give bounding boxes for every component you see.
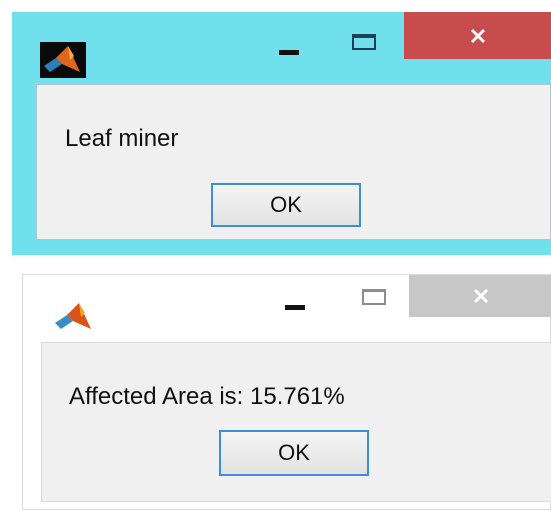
maximize-icon[interactable]: [352, 34, 376, 50]
dialog-content: Affected Area is: 15.761% OK: [41, 342, 551, 502]
message-dialog-affected-area: Affected Area is: 15.761% OK: [22, 274, 551, 510]
message-text: Leaf miner: [65, 125, 179, 152]
close-button[interactable]: [404, 12, 551, 59]
ok-button[interactable]: OK: [211, 183, 361, 227]
matlab-logo-icon: [51, 299, 97, 335]
title-bar[interactable]: [12, 12, 551, 78]
maximize-icon[interactable]: [362, 289, 386, 305]
minimize-icon[interactable]: [279, 50, 299, 55]
ok-button[interactable]: OK: [219, 430, 369, 476]
title-bar[interactable]: [23, 275, 551, 335]
message-text: Affected Area is: 15.761%: [69, 383, 345, 410]
minimize-icon[interactable]: [285, 305, 305, 310]
close-button[interactable]: [409, 275, 551, 317]
close-icon: [470, 28, 485, 43]
matlab-logo-icon: [40, 42, 86, 78]
dialog-content: Leaf miner OK: [36, 84, 551, 240]
message-dialog-leaf-miner: Leaf miner OK: [12, 12, 551, 255]
close-icon: [473, 288, 488, 304]
